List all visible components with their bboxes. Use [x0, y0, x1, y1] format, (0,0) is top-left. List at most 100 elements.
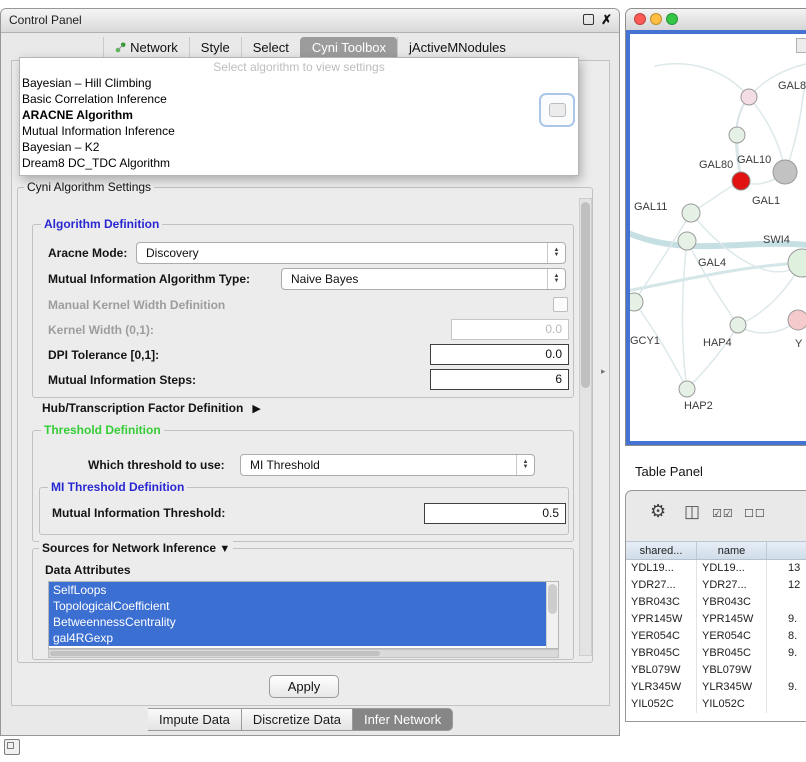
window-glyph-icon — [549, 103, 566, 117]
mi-threshold-field[interactable]: 0.5 — [424, 503, 566, 524]
control-panel-tab[interactable]: Network — [103, 37, 189, 58]
scrollbar-thumb[interactable] — [581, 202, 590, 388]
apply-button[interactable]: Apply — [269, 675, 339, 698]
close-traffic-light-icon[interactable] — [634, 13, 646, 25]
attribute-item[interactable]: TopologicalCoefficient — [49, 598, 546, 614]
mi-threshold-label: Mutual Information Threshold: — [52, 506, 225, 520]
network-window-titlebar[interactable] — [626, 9, 806, 31]
network-node-label: Y — [795, 338, 803, 350]
attributes-horizontal-scrollbar[interactable] — [48, 649, 559, 658]
table-row[interactable]: YBR045C YBR045C 9. — [626, 645, 806, 662]
control-panel-tab[interactable]: Cyni Toolbox — [300, 37, 397, 58]
sources-group: Sources for Network Inference ▼ Data Att… — [32, 548, 574, 660]
settings-gear-icon[interactable]: ⚙ — [650, 501, 666, 522]
mi-algorithm-type-select[interactable]: Naive Bayes ▲▼ — [281, 268, 566, 290]
network-node[interactable] — [741, 89, 757, 105]
network-node[interactable] — [678, 232, 696, 250]
algorithm-option[interactable]: Dream8 DC_TDC Algorithm — [20, 155, 578, 171]
network-node[interactable] — [630, 293, 643, 311]
select-all-checkboxes-icon[interactable]: ☑☑ — [712, 507, 734, 520]
algorithm-option[interactable]: Bayesian – Hill Climbing — [20, 75, 578, 91]
network-edge[interactable] — [687, 325, 738, 389]
column-selector-icon[interactable]: ◫ — [684, 502, 700, 522]
control-panel-tab[interactable]: Select — [241, 37, 300, 58]
control-panel-tab[interactable]: Style — [189, 37, 241, 58]
network-node[interactable] — [679, 381, 695, 397]
algorithm-option[interactable]: ARACNE Algorithm — [20, 107, 578, 123]
algorithm-definition-group: Algorithm Definition Aracne Mode: Discov… — [32, 224, 574, 398]
aracne-mode-value: Discovery — [146, 246, 199, 260]
float-window-icon[interactable] — [583, 14, 594, 25]
table-row[interactable]: YDL19... YDL19... 13 — [626, 560, 806, 577]
cyni-mode-tab[interactable]: Discretize Data — [242, 708, 353, 731]
mi-steps-field[interactable]: 6 — [430, 369, 569, 390]
algorithm-option[interactable]: Bayesian – K2 — [20, 139, 578, 155]
attribute-item[interactable]: SelfLoops — [49, 582, 546, 598]
manual-kernel-width-checkbox[interactable] — [553, 297, 568, 312]
zoom-traffic-light-icon[interactable] — [666, 13, 678, 25]
cyni-mode-tab[interactable]: Infer Network — [353, 708, 453, 731]
table-row[interactable]: YPR145W YPR145W 9. — [626, 611, 806, 628]
network-edge[interactable] — [687, 241, 738, 325]
hub-definition-expander[interactable]: Hub/Transcription Factor Definition ▶ — [42, 401, 261, 415]
hub-definition-label: Hub/Transcription Factor Definition — [42, 401, 243, 415]
cell-name: YER054C — [697, 628, 767, 645]
network-node[interactable] — [788, 249, 806, 277]
cell-name: YBL079W — [697, 662, 767, 679]
table-row[interactable]: YBR043C YBR043C — [626, 594, 806, 611]
table-row[interactable]: YER054C YER054C 8. — [626, 628, 806, 645]
attribute-item[interactable]: gal4RGexp — [49, 630, 546, 646]
cell-value — [767, 662, 806, 679]
column-header-extra[interactable] — [767, 542, 806, 559]
network-node[interactable] — [730, 317, 746, 333]
tab-label: jActiveMNodules — [409, 40, 506, 55]
network-node[interactable] — [773, 160, 797, 184]
dpi-tolerance-field[interactable]: 0.0 — [430, 344, 569, 365]
column-header-shared-name[interactable]: shared... — [626, 542, 697, 559]
column-header-name[interactable]: name — [697, 542, 767, 559]
control-panel-tab[interactable]: jActiveMNodules — [397, 37, 517, 58]
algorithm-option[interactable]: Basic Correlation Inference — [20, 91, 578, 107]
which-threshold-select[interactable]: MI Threshold ▲▼ — [240, 454, 535, 476]
network-node-label: GAL1 — [752, 195, 780, 207]
attributes-vertical-scrollbar[interactable] — [546, 582, 558, 648]
cell-shared-name: YBR043C — [626, 594, 697, 611]
table-row[interactable]: YIL052C YIL052C — [626, 696, 806, 713]
network-node-label: GCY1 — [630, 335, 660, 347]
algorithm-help-button[interactable] — [539, 93, 575, 127]
network-edge[interactable] — [655, 64, 749, 97]
control-panel-titlebar[interactable]: Control Panel ✗ — [1, 9, 619, 33]
network-node[interactable] — [729, 127, 745, 143]
data-attributes-list[interactable]: SelfLoopsTopologicalCoefficientBetweenne… — [48, 581, 559, 649]
minimize-traffic-light-icon[interactable] — [650, 13, 662, 25]
table-row[interactable]: YLR345W YLR345W 9. — [626, 679, 806, 696]
tab-label: Network — [130, 40, 178, 55]
network-graph[interactable]: GAL8GAL80GAL10GAL11GAL1SWI4GAL4GCY1HAP4Y… — [630, 34, 806, 445]
table-row[interactable]: YBL079W YBL079W — [626, 662, 806, 679]
scrollbar-thumb[interactable] — [50, 651, 380, 656]
aracne-mode-select[interactable]: Discovery ▲▼ — [136, 242, 566, 264]
collapse-down-icon[interactable]: ▼ — [219, 543, 230, 555]
close-window-icon[interactable]: ✗ — [601, 13, 612, 26]
minimized-panel-icon[interactable] — [4, 739, 20, 755]
network-edge[interactable] — [682, 241, 687, 389]
cell-name: YBR045C — [697, 645, 767, 662]
table-row[interactable]: YDR27... YDR27... 12 — [626, 577, 806, 594]
canvas-corner-box — [796, 38, 806, 53]
scrollbar-thumb[interactable] — [548, 584, 557, 614]
cell-name: YBR043C — [697, 594, 767, 611]
network-node[interactable] — [788, 310, 806, 330]
splitter-handle-icon[interactable]: ▸ — [601, 366, 606, 377]
algorithm-dropdown-popup: Select algorithm to view settings Bayesi… — [19, 57, 579, 176]
cyni-mode-tab[interactable]: Impute Data — [148, 708, 242, 731]
network-node[interactable] — [682, 204, 700, 222]
attribute-item[interactable]: BetweennessCentrality — [49, 614, 546, 630]
control-panel-tab-bar: Network Style Select Cyni Toolbox — [1, 37, 619, 58]
algorithm-option[interactable]: Mutual Information Inference — [20, 123, 578, 139]
network-canvas[interactable]: GAL8GAL80GAL10GAL11GAL1SWI4GAL4GCY1HAP4Y… — [626, 30, 806, 445]
network-edge[interactable] — [785, 82, 805, 172]
settings-scrollbar[interactable] — [579, 198, 592, 656]
cell-shared-name: YIL052C — [626, 696, 697, 713]
network-node[interactable] — [732, 172, 750, 190]
deselect-all-checkboxes-icon[interactable]: ☐☐ — [744, 507, 766, 520]
